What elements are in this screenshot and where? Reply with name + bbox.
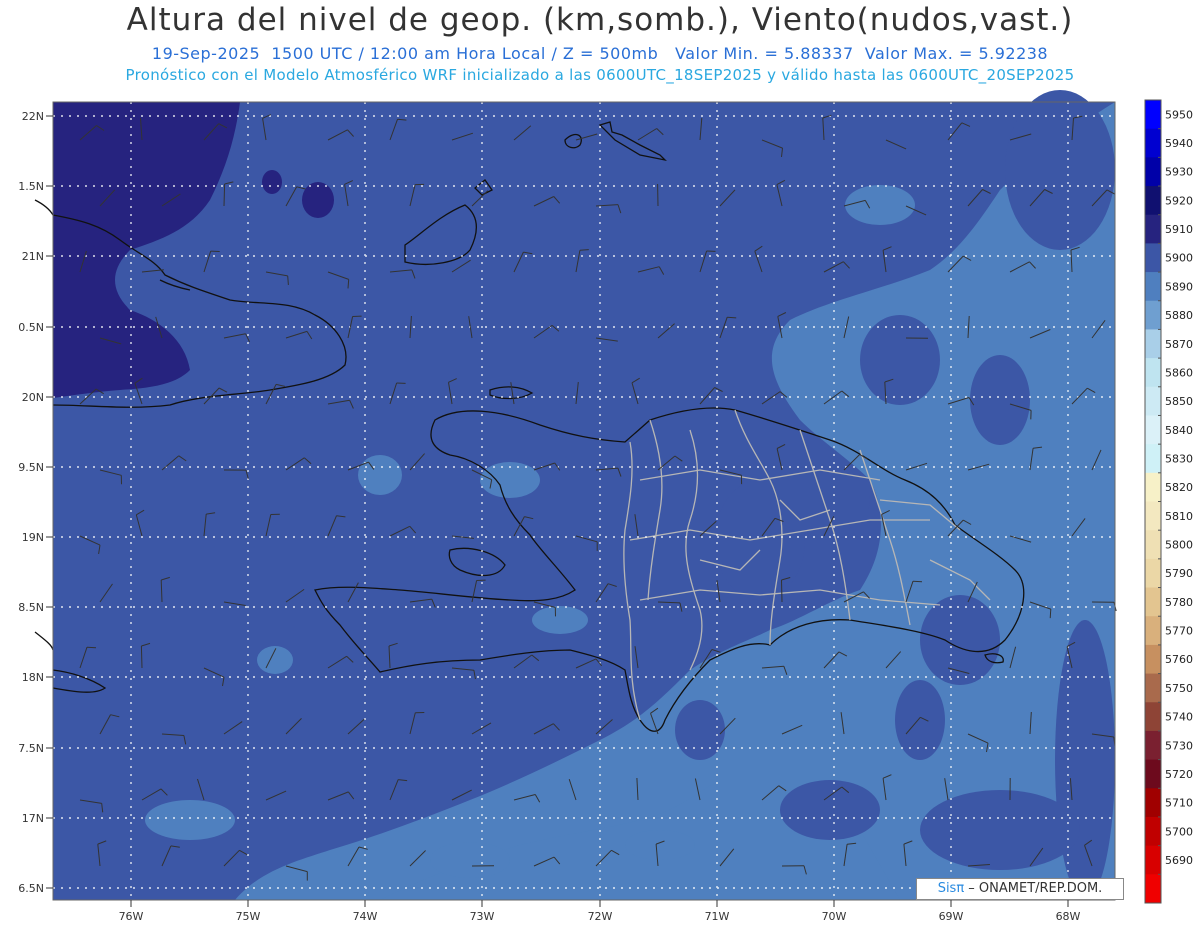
- lat-label: 19N: [22, 531, 44, 544]
- colorbar-swatch: [1145, 845, 1161, 875]
- lat-label: 6.5N: [18, 882, 44, 895]
- colorbar-label: 5950: [1165, 108, 1193, 121]
- colorbar-swatch: [1145, 472, 1161, 502]
- lat-label: 21N: [22, 250, 44, 263]
- lon-label: 75W: [236, 910, 261, 923]
- colorbar-swatch: [1145, 702, 1161, 732]
- colorbar-label: 5800: [1165, 539, 1193, 552]
- lon-label: 71W: [705, 910, 730, 923]
- colorbar-swatch: [1145, 587, 1161, 617]
- wind-barb-feather: [912, 580, 923, 583]
- colorbar-label: 5720: [1165, 768, 1193, 781]
- colorbar-swatch: [1145, 759, 1161, 789]
- wind-barb-staff: [781, 579, 783, 603]
- colorbar-label: 5820: [1165, 481, 1193, 494]
- colorbar-label: 5900: [1165, 252, 1193, 265]
- colorbar-swatch: [1145, 816, 1161, 847]
- colorbar-swatch: [1145, 874, 1161, 904]
- colorbar-swatch: [1145, 100, 1161, 130]
- wind-barb-feather: [727, 316, 737, 319]
- wind-barb-feather: [579, 249, 589, 251]
- colorbar-label: 5890: [1165, 280, 1193, 293]
- credit-text: – ONAMET/REP.DOM.: [964, 881, 1103, 896]
- colorbar-swatch: [1145, 644, 1161, 675]
- lon-label: 73W: [470, 910, 495, 923]
- colorbar-swatch: [1145, 501, 1161, 531]
- lon-label: 72W: [588, 910, 613, 923]
- colorbar-swatch: [1145, 157, 1161, 187]
- colorbar-label: 5730: [1165, 739, 1193, 752]
- wind-barb-feather: [347, 279, 350, 289]
- colorbar-label: 5880: [1165, 309, 1193, 322]
- colorbar-label: 5830: [1165, 452, 1193, 465]
- latitude-axis: 22N 1.5N 21N 0.5N 20N 9.5N 19N 8.5N 18N …: [18, 110, 53, 895]
- colorbar-label: 5940: [1165, 137, 1193, 150]
- colorbar-label: 5770: [1165, 625, 1193, 638]
- colorbar-label: 5860: [1165, 366, 1193, 379]
- lat-label: 20N: [22, 391, 44, 404]
- colorbar-swatch: [1145, 558, 1161, 589]
- map-figure: 22N 1.5N 21N 0.5N 20N 9.5N 19N 8.5N 18N …: [18, 90, 1193, 923]
- lon-label: 76W: [119, 910, 144, 923]
- colorbar-swatch: [1145, 243, 1161, 273]
- colorbar-swatch: [1145, 386, 1161, 416]
- credit-brand: Sisπ: [937, 881, 965, 896]
- colorbar-label: 5780: [1165, 596, 1193, 609]
- lat-label: 9.5N: [18, 461, 44, 474]
- colorbar: 5950 5940 5930 5920 5910 5900 5890 5880 5870 5860…: [1144, 99, 1193, 904]
- colorbar-label: 5790: [1165, 567, 1193, 580]
- colorbar-swatch: [1145, 272, 1161, 302]
- colorbar-swatch: [1145, 616, 1161, 646]
- colorbar-label: 5910: [1165, 223, 1193, 236]
- colorbar-swatch: [1145, 788, 1161, 818]
- wind-barb-feather: [86, 646, 97, 649]
- lon-label: 74W: [353, 910, 378, 923]
- colorbar-swatch: [1145, 730, 1161, 761]
- colorbar-swatch: [1145, 673, 1161, 703]
- colorbar-label: 5690: [1165, 854, 1193, 867]
- colorbar-swatch: [1145, 415, 1161, 445]
- lat-label: 7.5N: [18, 742, 44, 755]
- lon-label: 68W: [1056, 910, 1081, 923]
- colorbar-swatch: [1145, 300, 1161, 330]
- lon-label: 69W: [939, 910, 964, 923]
- colorbar-label: 5750: [1165, 682, 1193, 695]
- wind-barb-staff: [140, 645, 143, 669]
- lat-label: 17N: [22, 812, 44, 825]
- colorbar-swatch: [1145, 329, 1161, 359]
- colorbar-label: 5740: [1165, 711, 1193, 724]
- lat-label: 18N: [22, 671, 44, 684]
- wind-barb-feather: [1049, 609, 1052, 619]
- colorbar-label: 5920: [1165, 194, 1193, 207]
- lat-label: 1.5N: [18, 180, 44, 193]
- colorbar-label: 5710: [1165, 797, 1193, 810]
- colorbar-swatch: [1145, 128, 1161, 158]
- colorbar-label: 5870: [1165, 338, 1193, 351]
- colorbar-swatch: [1145, 186, 1161, 216]
- colorbar-label: 5760: [1165, 653, 1193, 666]
- wind-barb-feather: [287, 275, 289, 285]
- colorbar-swatch: [1145, 358, 1161, 388]
- longitude-axis: 76W 75W 74W 73W 72W 71W 70W 69W 68W: [119, 900, 1081, 923]
- colorbar-label: 5810: [1165, 510, 1193, 523]
- colorbar-swatch: [1145, 214, 1161, 244]
- lat-label: 22N: [22, 110, 44, 123]
- lat-label: 8.5N: [18, 601, 44, 614]
- lon-label: 70W: [822, 910, 847, 923]
- colorbar-swatch: [1145, 530, 1161, 560]
- colorbar-swatch: [1145, 444, 1161, 474]
- lat-label: 0.5N: [18, 321, 44, 334]
- wind-barb-staff: [223, 183, 226, 207]
- colorbar-label: 5850: [1165, 395, 1193, 408]
- credit-box: Sisπ – ONAMET/REP.DOM.: [916, 878, 1124, 900]
- colorbar-label: 5930: [1165, 166, 1193, 179]
- colorbar-label: 5840: [1165, 424, 1193, 437]
- colorbar-label: 5700: [1165, 825, 1193, 838]
